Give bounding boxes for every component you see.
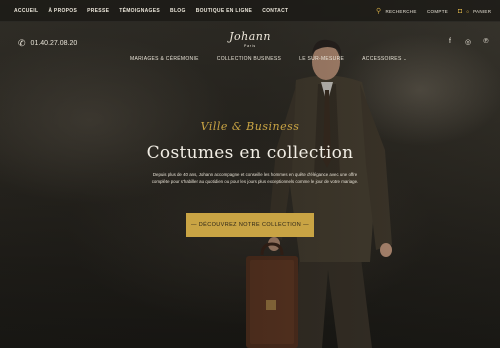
social-links: f ◎ ℗ xyxy=(446,38,490,46)
top-nav-accueil[interactable]: ACCUEIL xyxy=(14,8,38,14)
logo-name: Johann xyxy=(229,30,271,43)
account-label: COMPTE xyxy=(427,8,449,14)
main-nav-accessoires[interactable]: ACCESSOIRES ⌄ xyxy=(362,56,407,62)
search-icon: ⚲ xyxy=(376,7,382,15)
bag-icon: ◘ xyxy=(458,7,463,15)
cart-label: PANIER xyxy=(473,8,492,14)
search-link[interactable]: ⚲ RECHERCHE xyxy=(376,0,417,22)
top-nav-presse[interactable]: PRESSE xyxy=(87,8,109,14)
phone-link[interactable]: ✆ 01.40.27.08.20 xyxy=(18,38,77,49)
top-nav-a-propos[interactable]: À PROPOS xyxy=(48,8,77,14)
top-nav-contact[interactable]: CONTACT xyxy=(262,8,288,14)
top-utility-bar: ACCUEIL À PROPOS PRESSE TÉMOIGNAGES BLOG… xyxy=(0,0,500,22)
facebook-icon[interactable]: f xyxy=(446,38,454,46)
discover-collection-button[interactable]: — DÉCOUVREZ NOTRE COLLECTION — xyxy=(186,213,314,237)
main-nav-business[interactable]: COLLECTION BUSINESS xyxy=(217,56,281,62)
top-nav: ACCUEIL À PROPOS PRESSE TÉMOIGNAGES BLOG… xyxy=(14,0,288,22)
hero-title: Costumes en collection xyxy=(146,143,354,163)
logo-city: Paris xyxy=(244,44,256,48)
account-link[interactable]: COMPTE xyxy=(427,0,448,22)
phone-icon: ✆ xyxy=(18,38,26,48)
chevron-down-icon: ⌄ xyxy=(403,56,407,61)
logo[interactable]: Johann Paris xyxy=(222,30,278,48)
cart-link[interactable]: ◘ 0 PANIER xyxy=(458,0,491,22)
main-nav-sur-mesure[interactable]: LE SUR-MESURE xyxy=(299,56,344,62)
hero-subtitle: Ville & Business xyxy=(200,120,300,133)
top-nav-blog[interactable]: BLOG xyxy=(170,8,186,14)
top-nav-boutique[interactable]: BOUTIQUE EN LIGNE xyxy=(196,8,253,14)
top-nav-temoignages[interactable]: TÉMOIGNAGES xyxy=(119,8,160,14)
main-nav-mariages[interactable]: MARIAGES & CÉRÉMONIE xyxy=(130,56,199,62)
main-nav-accessoires-label: ACCESSOIRES xyxy=(362,56,402,62)
search-label: RECHERCHE xyxy=(385,8,417,14)
hero-description: Depuis plus de 40 ans, Johann accompagne… xyxy=(151,172,359,184)
phone-number: 01.40.27.08.20 xyxy=(30,40,78,47)
cart-count: 0 xyxy=(466,8,470,14)
instagram-icon[interactable]: ◎ xyxy=(464,38,472,46)
main-nav: MARIAGES & CÉRÉMONIE COLLECTION BUSINESS… xyxy=(130,56,407,62)
pinterest-icon[interactable]: ℗ xyxy=(482,38,490,46)
